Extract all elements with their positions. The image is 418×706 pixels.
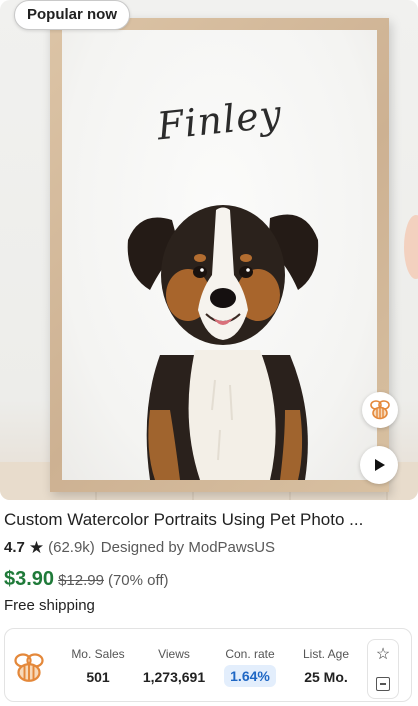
product-image[interactable]: Finley Popular now <box>0 0 418 500</box>
bee-extension-button[interactable] <box>362 392 398 428</box>
portrait-signature: Finley <box>154 91 285 149</box>
stat-label: Mo. Sales <box>71 647 125 661</box>
price-row: $3.90 $12.99 (70% off) <box>4 568 169 591</box>
original-price: $12.99 <box>58 572 104 589</box>
designer-name[interactable]: Designed by ModPawsUS <box>101 539 275 556</box>
favorite-star-icon[interactable]: ☆ <box>376 647 390 663</box>
stat-value: 25 Mo. <box>304 669 348 685</box>
listing-stats-card: Mo. Sales 501 Views 1,273,691 Con. rate … <box>4 628 412 702</box>
dog-portrait-illustration <box>127 205 319 480</box>
save-icon[interactable] <box>376 677 390 691</box>
bee-icon <box>14 653 44 682</box>
stat-label: Con. rate <box>225 647 275 661</box>
portrait-canvas: Finley <box>62 30 377 480</box>
stat-conversion-rate: Con. rate 1.64% <box>217 647 283 687</box>
bee-icon <box>370 400 390 420</box>
review-count: (62.9k) <box>48 539 95 556</box>
stat-listing-age: List. Age 25 Mo. <box>295 647 357 685</box>
discount-percent: (70% off) <box>107 572 169 589</box>
listing-title[interactable]: Custom Watercolor Portraits Using Pet Ph… <box>4 510 414 530</box>
stats-action-buttons: ☆ <box>367 639 399 699</box>
stat-views: Views 1,273,691 <box>135 647 213 685</box>
next-image-peek <box>404 215 418 279</box>
picture-frame: Finley <box>50 18 389 492</box>
play-video-button[interactable] <box>360 446 398 484</box>
stat-value: 1,273,691 <box>142 669 206 685</box>
play-icon <box>375 459 385 471</box>
stat-label: Views <box>158 647 190 661</box>
popular-now-badge: Popular now <box>14 0 130 30</box>
conversion-rate-pill: 1.64% <box>224 665 276 687</box>
star-icon: ★ <box>28 538 45 557</box>
sale-price: $3.90 <box>4 568 55 590</box>
rating-row: 4.7 ★ (62.9k) Designed by ModPawsUS <box>4 539 275 556</box>
stat-value: 501 <box>86 669 110 685</box>
stat-monthly-sales: Mo. Sales 501 <box>67 647 129 685</box>
stat-label: List. Age <box>302 647 350 661</box>
shipping-info: Free shipping <box>4 597 95 614</box>
rating-value: 4.7 <box>4 539 25 556</box>
